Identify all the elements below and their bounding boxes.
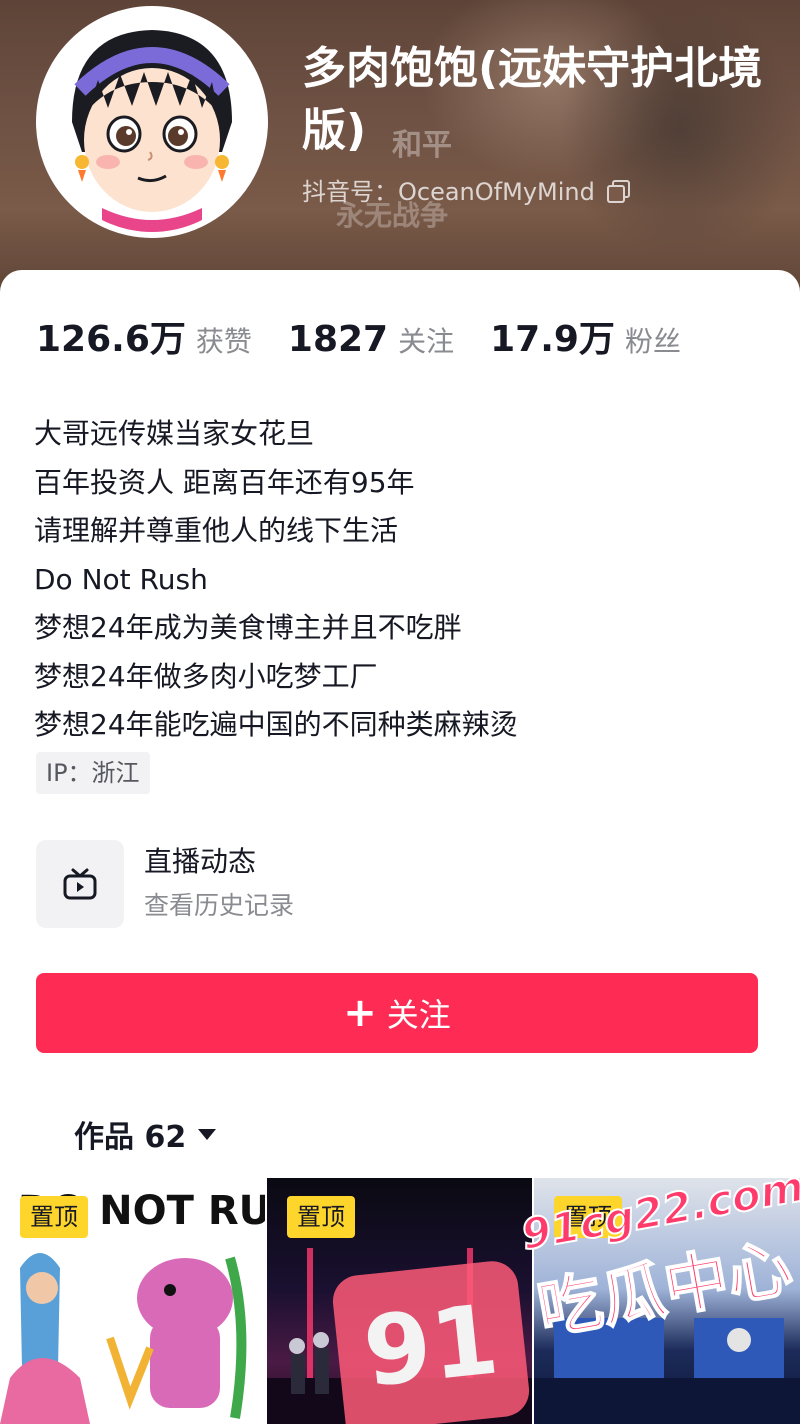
tab-works[interactable]: 作品 62 <box>74 1112 217 1156</box>
follow-button[interactable]: + 关注 <box>36 973 758 1053</box>
tv-icon <box>63 868 97 900</box>
avatar[interactable] <box>36 6 268 238</box>
following-count: 1827 <box>287 319 389 360</box>
live-history-subtitle: 查看历史记录 <box>144 891 295 920</box>
tv-icon-container <box>36 840 124 928</box>
pinned-badge: 置顶 <box>287 1196 355 1238</box>
profile-stats: 126.6万 获赞 1827 关注 17.9万 粉丝 <box>36 310 717 362</box>
watermark-badge-text: 91 <box>358 1283 504 1409</box>
likes-label: 获赞 <box>195 325 252 358</box>
stat-followers[interactable]: 17.9万 粉丝 <box>490 310 681 362</box>
followers-count: 17.9万 <box>490 319 615 360</box>
douyin-id-text: 抖音号：OceanOfMyMind <box>302 178 595 206</box>
bio-line: 梦想24年能吃遍中国的不同种类麻辣烫 <box>34 708 518 741</box>
bio-line: 百年投资人 距离百年还有95年 <box>34 465 415 499</box>
live-history-title: 直播动态 <box>144 845 257 878</box>
stat-following[interactable]: 1827 关注 <box>288 319 454 360</box>
stat-likes[interactable]: 126.6万 获赞 <box>36 310 252 362</box>
pinned-badge: 置顶 <box>20 1196 88 1238</box>
watermark-badge: 91 <box>330 1258 532 1424</box>
profile-bio: 大哥远传媒当家女花旦 百年投资人 距离百年还有95年 请理解并尊重他人的线下生活… <box>34 410 518 750</box>
bio-line: 梦想24年成为美食博主并且不吃胖 <box>34 611 462 644</box>
bio-line: 梦想24年做多肉小吃梦工厂 <box>34 659 378 693</box>
bio-line: Do Not Rush <box>34 562 208 596</box>
copy-icon[interactable] <box>606 179 630 203</box>
caret-down-icon <box>198 1128 217 1140</box>
likes-count: 126.6万 <box>36 319 186 360</box>
follow-button-label: 关注 <box>386 996 451 1034</box>
bio-line: 请理解并尊重他人的线下生活 <box>34 514 399 547</box>
works-tab-label: 作品 62 <box>74 1120 187 1155</box>
ip-location-tag: IP：浙江 <box>36 752 150 794</box>
bio-line: 大哥远传媒当家女花旦 <box>34 417 315 450</box>
following-label: 关注 <box>398 325 455 358</box>
followers-label: 粉丝 <box>624 325 681 358</box>
avatar-cartoon-illustration <box>42 12 262 232</box>
plus-icon: + <box>343 990 377 1036</box>
live-history-entry[interactable]: 直播动态 查看历史记录 <box>36 840 294 928</box>
profile-nickname: 多肉饱饱(远妹守护北境版) <box>302 43 763 156</box>
video-thumbnail[interactable]: DO NOT RUSH 置顶 <box>0 1178 265 1424</box>
douyin-id[interactable]: 抖音号：OceanOfMyMind <box>302 172 630 207</box>
